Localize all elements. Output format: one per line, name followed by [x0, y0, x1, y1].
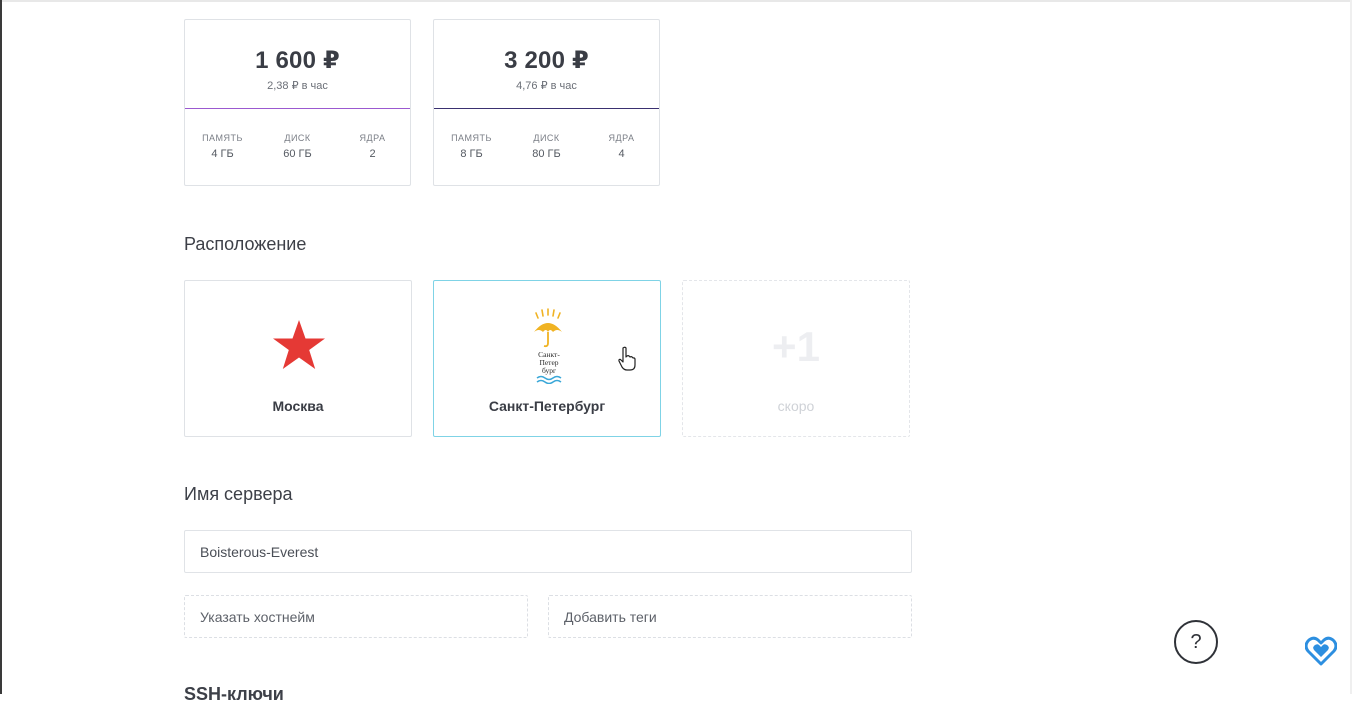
- coming-soon-label: скоро: [777, 398, 815, 414]
- spec-label: ЯДРА: [608, 133, 635, 143]
- add-tags-label: Добавить теги: [564, 608, 657, 625]
- plan-specs: ПАМЯТЬ 8 ГБ ДИСК 80 ГБ ЯДРА 4: [434, 133, 659, 160]
- location-name: Москва: [272, 398, 324, 414]
- hand-pointer-cursor-icon: [618, 346, 636, 371]
- location-card-moscow[interactable]: Москва: [184, 280, 412, 437]
- spec-value: 8 ГБ: [460, 148, 483, 160]
- plus-one-badge: +1: [772, 323, 820, 370]
- spec-cores: ЯДРА 4: [584, 133, 659, 160]
- logo-text-line: бург: [542, 366, 556, 375]
- question-mark-icon: ?: [1190, 630, 1202, 653]
- spec-memory: ПАМЯТЬ 4 ГБ: [185, 133, 260, 160]
- plan-card-1600[interactable]: 1 600 ₽ 2,38 ₽ в час ПАМЯТЬ 4 ГБ ДИСК 60…: [184, 19, 411, 186]
- location-section-title: Расположение: [184, 234, 307, 254]
- specify-hostname-label: Указать хостнейм: [200, 608, 315, 625]
- saint-petersburg-logo: Санкт- Петер бург: [534, 308, 562, 384]
- spec-value: 60 ГБ: [283, 148, 312, 160]
- spec-label: ПАМЯТЬ: [451, 133, 492, 143]
- spec-disk: ДИСК 60 ГБ: [260, 133, 335, 160]
- red-star-icon: [273, 320, 325, 369]
- spec-value: 2: [369, 148, 376, 160]
- plan-specs: ПАМЯТЬ 4 ГБ ДИСК 60 ГБ ЯДРА 2: [185, 133, 410, 160]
- spec-memory: ПАМЯТЬ 8 ГБ: [434, 133, 509, 160]
- brand-heart-logo-icon[interactable]: [1305, 636, 1337, 666]
- plan-price: 3 200 ₽: [504, 47, 589, 74]
- spec-label: ДИСК: [284, 133, 311, 143]
- plan-hourly-price: 4,76 ₽ в час: [516, 80, 577, 92]
- specify-hostname-button[interactable]: Указать хостнейм: [184, 595, 528, 638]
- plan-card-3200[interactable]: 3 200 ₽ 4,76 ₽ в час ПАМЯТЬ 8 ГБ ДИСК 80…: [433, 19, 660, 186]
- location-name: Санкт-Петербург: [488, 398, 606, 414]
- add-tags-button[interactable]: Добавить теги: [548, 595, 912, 638]
- plan-accent-divider: [185, 108, 410, 109]
- location-card-saint-petersburg[interactable]: Санкт- Петер бург Санкт-Петербург: [433, 280, 661, 437]
- spec-label: ЯДРА: [359, 133, 386, 143]
- spec-label: ДИСК: [533, 133, 560, 143]
- server-name-input[interactable]: [184, 530, 912, 573]
- location-card-coming-soon: +1 скоро: [682, 280, 910, 437]
- plan-accent-divider: [434, 108, 659, 109]
- spec-disk: ДИСК 80 ГБ: [509, 133, 584, 160]
- plan-hourly-price: 2,38 ₽ в час: [267, 80, 328, 92]
- window-left-border: [0, 0, 2, 694]
- ssh-keys-section-title: SSH-ключи: [184, 684, 284, 704]
- plan-price: 1 600 ₽: [255, 47, 340, 74]
- spec-value: 80 ГБ: [532, 148, 561, 160]
- spec-value: 4 ГБ: [211, 148, 234, 160]
- spec-value: 4: [618, 148, 625, 160]
- help-button[interactable]: ?: [1174, 620, 1218, 664]
- spec-label: ПАМЯТЬ: [202, 133, 243, 143]
- window-top-border: [0, 0, 1352, 2]
- server-name-section-title: Имя сервера: [184, 484, 293, 504]
- spec-cores: ЯДРА 2: [335, 133, 410, 160]
